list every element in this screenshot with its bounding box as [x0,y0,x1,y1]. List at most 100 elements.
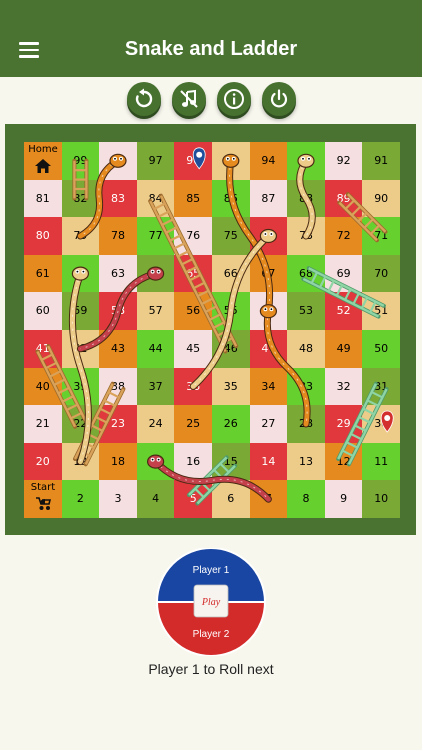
board-cell-15: 15 [212,442,250,481]
board-cell-13: 13 [287,442,325,481]
cell-number: 16 [186,454,201,468]
board-cell-62: 62 [61,254,100,293]
top-app-bar: Snake and Ladder [0,0,422,77]
board-cell-42: 42 [61,330,100,368]
cell-number: 76 [186,229,201,243]
cell-number: 72 [336,229,351,243]
board-cell-43: 43 [99,330,137,368]
board-cell-25: 25 [174,405,212,443]
cell-number: 89 [336,191,351,205]
board-cell-10: 10 [362,480,400,518]
cell-number: 58 [110,304,125,318]
cell-number: 20 [35,454,50,468]
cell-number: 61 [35,266,50,280]
board-cell-19: 19 [61,442,100,481]
cell-number: 60 [35,304,50,318]
cell-number: 55 [223,304,238,318]
board-cell-32: 32 [324,367,363,406]
cell-number: 42 [73,342,88,355]
board-cell-61: 61 [24,254,62,293]
cell-number: 46 [223,342,238,355]
cell-number: 30 [374,417,389,431]
cell-number: 66 [223,266,238,280]
board-cell-68: 68 [287,254,325,293]
board-cell-11: 11 [362,442,400,481]
board-cell-57: 57 [136,292,175,330]
board-cell-51: 51 [362,292,400,330]
board-cell-24: 24 [136,405,175,443]
info-icon [224,89,244,109]
board-cell-54: 54 [249,292,288,330]
board-cell-89: 89 [324,179,363,218]
cell-number: 44 [148,342,163,355]
power-button[interactable] [262,82,296,116]
cell-number: 47 [261,342,276,355]
board-cell-36: 36 [174,367,212,406]
restart-icon [135,88,153,108]
cell-number: 75 [223,229,238,243]
cell-number: 84 [148,191,163,205]
board-cell-14: 14 [249,442,288,481]
player-legend: Player 1 Player 2 Play [155,547,267,657]
board-cell-27: 27 [249,405,288,443]
board-cell-23: 23 [99,405,137,443]
cell-number: 96 [186,154,201,167]
board-cell-7: 7 [249,480,288,518]
mute-music-button[interactable] [172,82,206,116]
cell-number: 37 [148,379,163,393]
game-board[interactable]: Home 99 98 97 96 95 94 93 92 91 81 82 83 84 85 86 87 88 89… [24,142,400,518]
board-cell-55: 55 [212,292,250,330]
cell-number: 67 [261,266,276,280]
board-cell-95: 95 [212,142,250,180]
board-cell-84: 84 [136,179,175,218]
start-label: Start [30,482,56,494]
board-cell-79: 79 [61,217,100,255]
cell-number: 31 [374,379,389,393]
board-cell-18: 18 [99,442,137,481]
cell-number: 11 [374,454,389,468]
board-cell-12: 12 [324,442,363,481]
board-cell-70: 70 [362,254,400,293]
board-cell-74: 74 [249,217,288,255]
cell-number: 3 [114,492,122,506]
cell-number: 85 [186,191,201,205]
cell-number: 63 [110,266,125,280]
board-cell-80: 80 [24,217,62,255]
cell-number: 74 [261,229,276,243]
info-button[interactable] [217,82,251,116]
cell-number: 90 [374,191,389,205]
cell-number: 27 [261,417,276,431]
cell-number: 49 [336,342,351,355]
play-button[interactable]: Play [193,584,229,618]
cell-number: 88 [298,191,313,205]
board-cell-44: 44 [136,330,175,368]
cell-number: 26 [223,417,238,431]
player-dial: Player 1 Player 2 Play [155,547,267,657]
board-cell-59: 59 [61,292,100,330]
cell-number: 8 [302,492,310,506]
board-cell-40: 40 [24,367,62,406]
turn-status: Player 1 to Roll next [148,661,274,677]
board-cell-66: 66 [212,254,250,293]
board-cell-99: 99 [61,142,100,180]
board-cell-63: 63 [99,254,137,293]
cell-number: 25 [186,417,201,431]
cell-number: 78 [110,229,125,243]
board-cell-2: 2 [61,480,100,518]
restart-button[interactable] [127,82,161,116]
cell-number: 94 [261,154,276,167]
cell-number: 98 [110,154,125,167]
board-cell-17: 17 [136,442,175,481]
board-cell-48: 48 [287,330,325,368]
cell-number: 91 [374,154,389,167]
cell-number: 36 [186,379,201,393]
board-cell-29: 29 [324,405,363,443]
cell-number: 71 [374,229,389,243]
board-cell-77: 77 [136,217,175,255]
cell-number: 86 [223,191,238,205]
cell-number: 32 [336,379,351,393]
cell-number: 39 [73,379,88,393]
board-cell-56: 56 [174,292,212,330]
board-cell-22: 22 [61,405,100,443]
cell-number: 92 [336,154,351,167]
